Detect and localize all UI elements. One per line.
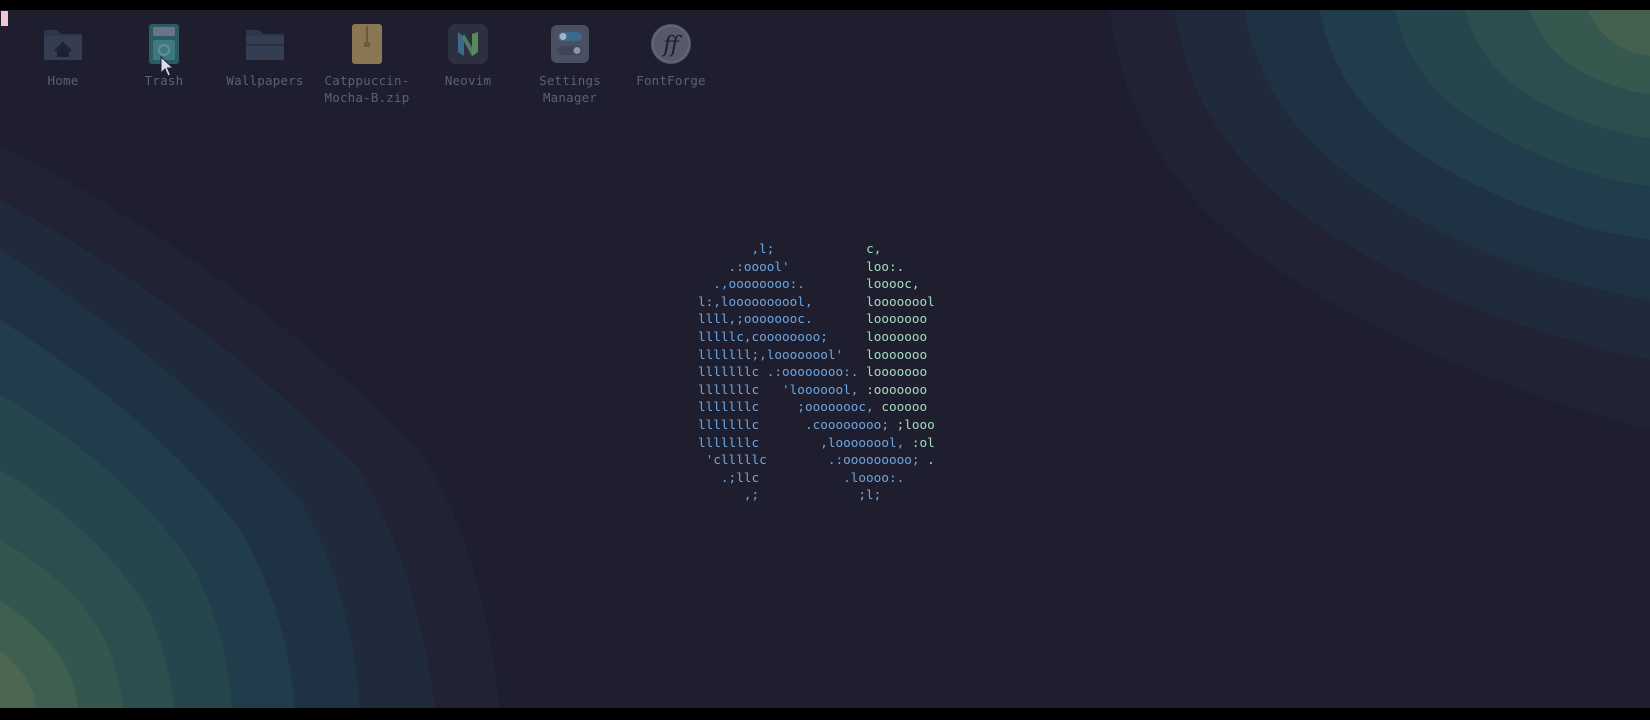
ascii-logo-row: lllllc,coooooooo; looooooo [698, 329, 927, 344]
ascii-logo-right-segment: :ooooooo [866, 381, 928, 397]
desktop-icon-neovim[interactable]: Neovim [418, 22, 518, 89]
fontforge-icon: ff [651, 24, 691, 64]
zip-archive-icon [352, 24, 382, 64]
ascii-logo-right-segment: looooooo [866, 364, 928, 380]
desktop-screen: Home Trash Wallpapers Catppuccin- Mocha-… [0, 10, 1650, 708]
ascii-logo-left-segment: lllllc,coooooooo; [698, 328, 828, 344]
ascii-logo-right-segment: looooooo [866, 346, 928, 362]
ascii-logo-row: lllllllc .:oooooooo:. looooooo [698, 364, 927, 379]
ascii-logo-left-segment: ,l; [698, 241, 775, 256]
text-cursor [1, 11, 8, 26]
ascii-logo-left-segment: .:ooool' [698, 258, 790, 274]
ascii-logo-left-segment: lllllll;,loooooool' [698, 346, 844, 362]
ascii-logo-row: .:ooool' loo:. [698, 258, 905, 274]
ascii-logo-row: 'clllllc .:ooooooooo; . [698, 452, 935, 467]
desktop-icon-settings-manager[interactable]: Settings Manager [520, 22, 620, 106]
ascii-logo-row: lllllllc ,loooooool, :ol [698, 435, 935, 450]
ascii-logo-left-segment: lllllllc ;oooooooc, [698, 399, 874, 415]
ascii-logo-left-segment: l:,loooooooool, [698, 293, 813, 309]
desktop-icon-home[interactable]: Home [13, 22, 113, 89]
ascii-logo-left-segment: 'clllllc .:ooooooooo; [698, 452, 920, 468]
ascii-logo-row: ,; ;l; [698, 487, 889, 502]
ascii-logo-row: l:,loooooooool, loooooool [698, 294, 935, 309]
desktop-icon-label: Settings Manager [539, 73, 601, 105]
desktop-icon-label: Neovim [444, 73, 492, 88]
desktop-icon-label: Catppuccin- Mocha-B.zip [324, 73, 410, 105]
ascii-logo-row: lllllllc 'looooool, :ooooooo [698, 382, 927, 397]
ascii-logo-right-segment: looooooo [866, 311, 928, 327]
desktop-icon-label: Home [47, 73, 79, 88]
ascii-art-logo: ,l; c, .:ooool' loo:. .,oooooooo:. loooo… [698, 240, 935, 504]
ascii-logo-left-segment: lllllllc ,loooooool, [698, 434, 905, 450]
desktop-icon-fontforge[interactable]: ff FontForge [621, 22, 721, 89]
desktop-icon-label: FontForge [636, 73, 706, 88]
settings-manager-icon [551, 25, 589, 63]
desktop-icon-wallpapers[interactable]: Wallpapers [215, 22, 315, 89]
ascii-logo-right-segment: loo:. [866, 258, 905, 274]
folder-icon [246, 30, 284, 60]
ascii-logo-right-segment: looooc, [866, 276, 920, 292]
ascii-logo-row: lllllll;,loooooool' looooooo [698, 347, 927, 362]
ascii-logo-right-segment: . [927, 452, 935, 468]
desktop-icon-grid: Home Trash Wallpapers Catppuccin- Mocha-… [0, 10, 1650, 130]
ascii-logo-row: lllllllc ;oooooooc, cooooo [698, 399, 927, 414]
ascii-logo-right-segment: cooooo [881, 399, 928, 415]
ascii-logo-right-segment: :ol [911, 434, 935, 450]
ascii-logo-left-segment: lllllllc .:oooooooo:. [698, 364, 859, 380]
ascii-logo-right-segment: c, [866, 241, 882, 256]
ascii-logo-left-segment: llll,;oooooooc. [698, 311, 813, 327]
ascii-logo-left-segment: lllllllc 'looooool, [698, 381, 859, 397]
ascii-logo-row: .;llc .loooo:. [698, 470, 912, 485]
desktop-icon-catppuccin-zip[interactable]: Catppuccin- Mocha-B.zip [317, 22, 417, 106]
ascii-logo-left-segment: ,; ;l; [698, 487, 882, 503]
ascii-logo-right-segment: looooooo [866, 328, 928, 344]
neovim-icon [448, 24, 488, 64]
mouse-pointer-icon [160, 56, 175, 77]
ascii-logo-row: llll,;oooooooc. looooooo [698, 311, 927, 326]
ascii-logo-left-segment: .;llc .loooo:. [698, 469, 905, 485]
desktop-icon-label: Wallpapers [226, 73, 304, 88]
ascii-logo-left-segment: .,oooooooo:. [698, 276, 805, 292]
ascii-logo-right-segment: ;looo [896, 416, 935, 432]
ascii-logo-right-segment: loooooool [866, 293, 935, 309]
ascii-logo-row: ,l; c, [698, 241, 881, 256]
ascii-logo-row: .,oooooooo:. looooc, [698, 276, 920, 292]
home-folder-icon [44, 30, 82, 60]
ascii-logo-left-segment: lllllllc .coooooooo; [698, 416, 889, 432]
ascii-logo-row: lllllllc .coooooooo; ;looo [698, 417, 935, 432]
